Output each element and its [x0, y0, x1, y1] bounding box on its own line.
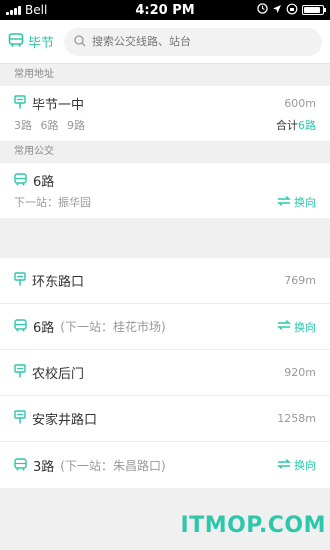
search-input[interactable] [92, 35, 312, 48]
bus-stop-icon [14, 363, 26, 382]
section-title-places: 常用地址 [0, 64, 330, 86]
route-label: 6路 [40, 119, 59, 132]
swap-direction-button[interactable]: 换向 [277, 457, 316, 473]
frequent-place-card[interactable]: 毕节一中 600m 3路 6路 9路 合计6路 [0, 86, 330, 141]
battery-icon [302, 5, 326, 15]
list-item[interactable]: 农校后门 920m [0, 350, 330, 396]
location-arrow-icon [272, 3, 282, 17]
list-item[interactable]: 3路 (下一站：朱昌路口) 换向 [0, 442, 330, 488]
watermark: ITMOP.COM [180, 513, 326, 538]
search-bar[interactable] [64, 27, 322, 56]
rotation-lock-icon [286, 3, 298, 18]
bus-stop-icon [14, 409, 26, 428]
nearby-list: 环东路口 769m 6路 (下一站：桂花市场) 换向 农校后门 920m 安家井… [0, 258, 330, 488]
list-item[interactable]: 6路 (下一站：桂花市场) 换向 [0, 304, 330, 350]
bus-icon [14, 171, 27, 190]
top-bar: 毕节 [0, 20, 330, 64]
place-distance: 600m [284, 97, 316, 110]
bus-route-name: 6路 [33, 175, 55, 190]
city-name: 毕节 [28, 36, 55, 51]
status-bar: Bell 4:20 PM [0, 0, 330, 20]
bus-icon [8, 32, 24, 51]
route-label: 9路 [67, 119, 85, 132]
city-selector[interactable]: 毕节 [8, 32, 54, 51]
carrier-name: Bell [25, 3, 48, 17]
frequent-bus-card[interactable]: 6路 下一站：振华园 换向 [0, 163, 330, 218]
swap-direction-button[interactable]: 换向 [277, 194, 316, 210]
search-icon [74, 32, 86, 51]
swap-direction-button[interactable]: 换向 [277, 319, 316, 335]
swap-arrows-icon [277, 319, 291, 333]
route-label: 3路 [14, 119, 32, 132]
place-routes: 3路 6路 9路 [14, 117, 90, 133]
bus-icon [14, 317, 27, 336]
signal-icon [6, 5, 21, 15]
bus-stop-icon [14, 271, 26, 290]
section-title-bus: 常用公交 [0, 141, 330, 163]
bus-icon [14, 456, 27, 475]
next-stop: 下一站：振华园 [14, 196, 91, 209]
list-item[interactable]: 安家井路口 1258m [0, 396, 330, 442]
swap-arrows-icon [277, 195, 291, 209]
list-item[interactable]: 环东路口 769m [0, 258, 330, 304]
place-name: 毕节一中 [32, 98, 85, 113]
swap-arrows-icon [277, 458, 291, 472]
bus-stop-icon [14, 94, 26, 113]
alarm-icon [257, 3, 268, 17]
route-total: 合计6路 [276, 119, 316, 132]
